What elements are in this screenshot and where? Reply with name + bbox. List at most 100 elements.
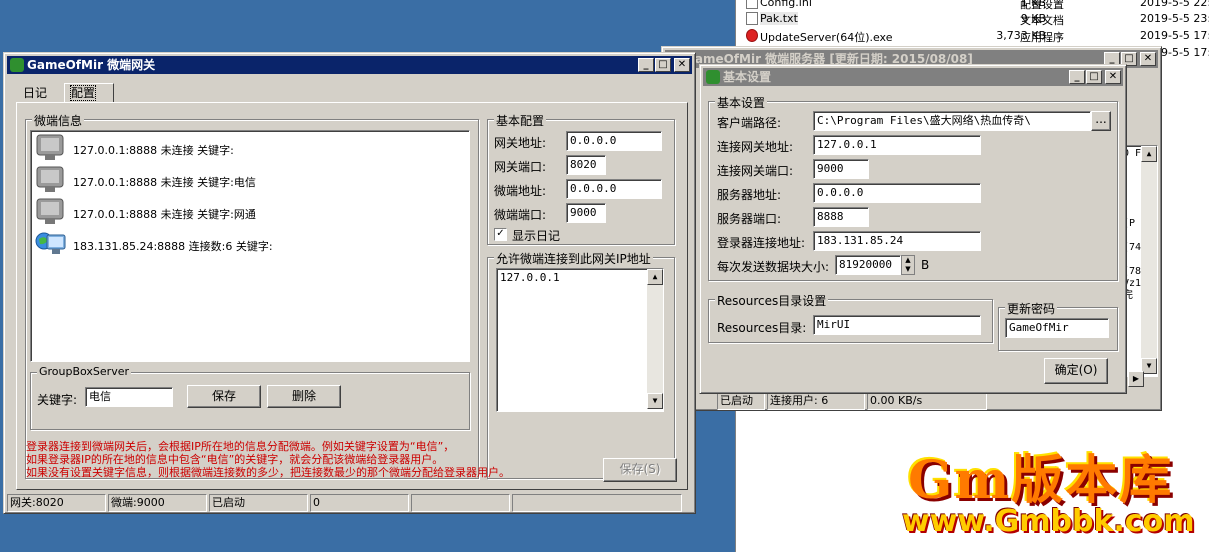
file-row-updateserver[interactable]: UpdateServer(64位).exe 3,733 KB 应用程序 2019… bbox=[736, 28, 1209, 44]
scroll-up-arrow[interactable]: ▲ bbox=[1141, 146, 1157, 162]
watermark-url: www.Gmbbk.com bbox=[902, 504, 1195, 539]
login-address-input[interactable]: 183.131.85.24 bbox=[813, 231, 981, 251]
settings-dialog-titlebar[interactable]: 基本设置 _ □ ✕ bbox=[703, 68, 1123, 86]
file-name: UpdateServer(64位).exe bbox=[760, 31, 893, 44]
text-file-icon bbox=[746, 12, 758, 25]
server-statusbar: 已启动 连接用户: 6 0.00 KB/s bbox=[717, 392, 989, 410]
status-gateway-port: 网关:8020 bbox=[7, 494, 106, 512]
groupboxserver-group: GroupBoxServer 关键字: 电信 保存 删除 bbox=[30, 365, 470, 430]
save-config-button[interactable]: 保存(S) bbox=[603, 458, 677, 482]
block-size-label: 每次发送数据块大小: bbox=[717, 260, 830, 274]
scroll-up-arrow[interactable]: ▲ bbox=[647, 269, 663, 285]
resources-dir-input[interactable]: MirUI bbox=[813, 315, 981, 335]
list-item[interactable]: 127.0.0.1:8888 未连接 关键字:电信 bbox=[33, 165, 463, 197]
gateway-address-label: 网关地址: bbox=[494, 136, 547, 150]
save-keyword-button[interactable]: 保存 bbox=[187, 385, 261, 408]
basic-settings-group: 基本设置 客户端路径: C:\Program Files\盛大网络\热血传奇\ … bbox=[708, 94, 1118, 281]
file-date: 2019-5-5 22: bbox=[1140, 0, 1209, 9]
microend-port-label: 微端端口: bbox=[494, 208, 547, 222]
ini-file-icon bbox=[746, 0, 758, 9]
resources-dir-label: Resources目录: bbox=[717, 321, 807, 335]
password-group: 更新密码 GameOfMir bbox=[998, 300, 1118, 351]
gateway-port-label: 连接网关端口: bbox=[717, 164, 794, 178]
basic-config-group: 基本配置 网关地址: 0.0.0.0 网关端口: 8020 微端地址: 0.0.… bbox=[487, 112, 675, 245]
app-icon bbox=[10, 58, 24, 72]
close-button[interactable]: ✕ bbox=[1140, 52, 1156, 66]
status-empty bbox=[411, 494, 510, 512]
microend-port-input[interactable]: 9000 bbox=[566, 203, 606, 223]
file-name: Config.ini bbox=[760, 0, 812, 9]
computer-connected-icon bbox=[35, 232, 66, 254]
list-item[interactable]: 127.0.0.1:8888 未连接 关键字:网通 bbox=[33, 197, 463, 229]
group-title: 基本设置 bbox=[715, 94, 768, 111]
computer-disconnected-icon bbox=[36, 166, 64, 192]
client-path-label: 客户端路径: bbox=[717, 116, 782, 130]
gateway-statusbar: 网关:8020 微端:9000 已启动 0 bbox=[7, 494, 684, 512]
file-name: Pak.txt bbox=[760, 12, 798, 25]
microend-entry-text: 127.0.0.1:8888 未连接 关键字:电信 bbox=[73, 176, 256, 189]
gateway-address-input[interactable]: 127.0.0.1 bbox=[813, 135, 981, 155]
file-type: 文本文档 bbox=[1020, 14, 1064, 27]
microend-address-input[interactable]: 0.0.0.0 bbox=[566, 179, 662, 199]
group-title: 基本配置 bbox=[494, 112, 547, 129]
keyword-input[interactable]: 电信 bbox=[85, 387, 173, 407]
status-state: 已启动 bbox=[209, 494, 308, 512]
scroll-down-arrow[interactable]: ▼ bbox=[647, 393, 663, 409]
server-port-input[interactable]: 8888 bbox=[813, 207, 869, 227]
allow-ip-group: 允许微端连接到此网关IP地址 127.0.0.1 ▲ ▼ bbox=[487, 250, 675, 479]
password-input[interactable]: GameOfMir bbox=[1005, 318, 1109, 338]
microend-entry-text: 127.0.0.1:8888 未连接 关键字: bbox=[73, 144, 234, 157]
microend-info-group: 微端信息 127.0.0.1:8888 未连接 关键字: 127.0.0.1:8… bbox=[25, 112, 479, 479]
app-icon bbox=[706, 70, 720, 84]
tab-config-label: 配置 bbox=[69, 85, 97, 101]
minimize-button[interactable]: _ bbox=[1069, 70, 1085, 84]
config-tab-page: 微端信息 127.0.0.1:8888 未连接 关键字: 127.0.0.1:8… bbox=[16, 102, 688, 490]
tab-log[interactable]: 日记 bbox=[18, 85, 62, 103]
gateway-address-label: 连接网关地址: bbox=[717, 140, 794, 154]
minimize-button[interactable]: _ bbox=[638, 58, 654, 72]
log-scrollbar[interactable]: ▲ ▼ bbox=[1141, 146, 1157, 374]
status-count: 0 bbox=[310, 494, 409, 512]
client-path-input[interactable]: C:\Program Files\盛大网络\热血传奇\ bbox=[813, 111, 1091, 131]
resources-group: Resources目录设置 Resources目录: MirUI bbox=[708, 292, 993, 343]
microend-list[interactable]: 127.0.0.1:8888 未连接 关键字: 127.0.0.1:8888 未… bbox=[30, 130, 470, 362]
block-size-input[interactable]: 81920000 bbox=[835, 255, 901, 275]
scroll-right-arrow[interactable]: ▶ bbox=[1128, 371, 1144, 387]
maximize-button[interactable]: □ bbox=[1086, 70, 1102, 84]
show-log-label: 显示日记 bbox=[512, 229, 561, 243]
gateway-port-input[interactable]: 9000 bbox=[813, 159, 869, 179]
maximize-button[interactable]: □ bbox=[655, 58, 671, 72]
microend-entry-text: 183.131.85.24:8888 连接数:6 关键字: bbox=[73, 240, 273, 253]
file-row-pak[interactable]: Pak.txt 9 KB 文本文档 2019-5-5 23: bbox=[736, 11, 1209, 27]
close-button[interactable]: ✕ bbox=[1105, 70, 1121, 84]
ok-button[interactable]: 确定(O) bbox=[1044, 358, 1108, 384]
note-line: 登录器连接到微端网关后，会根据IP所在地的信息分配微端。例如关键字设置为“电信”… bbox=[26, 440, 455, 453]
gateway-address-input[interactable]: 0.0.0.0 bbox=[566, 131, 662, 151]
file-date: 2019-5-5 23: bbox=[1140, 12, 1209, 25]
status-empty bbox=[512, 494, 682, 512]
tab-config[interactable]: 配置 bbox=[64, 83, 114, 103]
file-date: 2019-5-5 17: bbox=[1140, 29, 1209, 42]
status-state: 已启动 bbox=[717, 392, 765, 410]
gateway-port-input[interactable]: 8020 bbox=[566, 155, 606, 175]
gateway-port-label: 网关端口: bbox=[494, 160, 547, 174]
server-port-label: 服务器端口: bbox=[717, 212, 782, 226]
show-log-checkbox[interactable]: ✓ bbox=[494, 228, 507, 241]
allowed-ip-textarea[interactable]: 127.0.0.1 ▲ ▼ bbox=[496, 268, 664, 412]
list-item[interactable]: 127.0.0.1:8888 未连接 关键字: bbox=[33, 133, 463, 165]
microend-entry-text: 127.0.0.1:8888 未连接 关键字:网通 bbox=[73, 208, 256, 221]
close-button[interactable]: ✕ bbox=[674, 58, 690, 72]
group-title: 微端信息 bbox=[32, 112, 85, 129]
group-title: GroupBoxServer bbox=[37, 365, 132, 378]
delete-keyword-button[interactable]: 删除 bbox=[267, 385, 341, 408]
file-row-config[interactable]: Config.ini 1 KB 配置设置 2019-5-5 22: bbox=[736, 0, 1209, 11]
server-address-input[interactable]: 0.0.0.0 bbox=[813, 183, 981, 203]
list-item[interactable]: 183.131.85.24:8888 连接数:6 关键字: bbox=[33, 229, 463, 261]
window-title: GameOfMir 微端网关 bbox=[27, 58, 156, 72]
ip-scrollbar[interactable]: ▲ ▼ bbox=[647, 269, 663, 409]
server-address-label: 服务器地址: bbox=[717, 188, 782, 202]
computer-disconnected-icon bbox=[36, 198, 64, 224]
gateway-window-titlebar[interactable]: GameOfMir 微端网关 _ □ ✕ bbox=[7, 56, 692, 74]
browse-button[interactable]: ... bbox=[1091, 111, 1111, 131]
block-size-spinner[interactable]: ▲ ▼ bbox=[901, 255, 915, 275]
